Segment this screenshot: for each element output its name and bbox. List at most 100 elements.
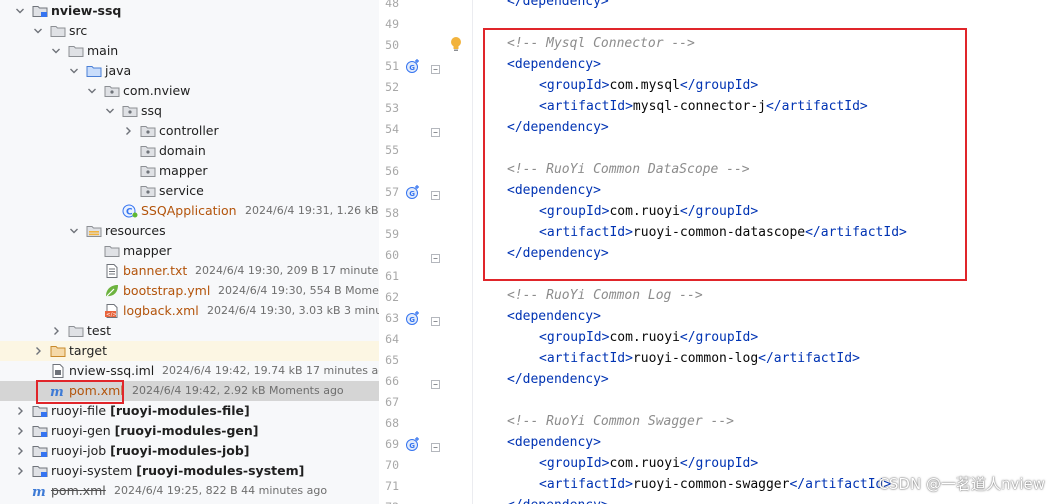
file-meta: 2024/6/4 19:31, 1.26 kB 9 m xyxy=(245,204,379,217)
code-line[interactable]: 72 </dependency> xyxy=(379,496,1059,504)
tree-item-name: src xyxy=(69,23,88,38)
line-number: 70 xyxy=(385,458,399,472)
spring-yml-icon xyxy=(104,284,120,298)
file-meta: 2024/6/4 19:30, 3.03 kB 3 minutes xyxy=(207,304,379,317)
tree-row[interactable]: ruoyi-job [ruoyi-modules-job] xyxy=(0,441,379,461)
code-line[interactable]: 66 </dependency> xyxy=(379,370,1059,391)
chevron-down-icon[interactable] xyxy=(68,224,80,238)
project-tree-panel[interactable]: nview-ssq src main java com.nview ssq controll… xyxy=(0,0,379,504)
tree-item-label: ruoyi-file [ruoyi-modules-file] xyxy=(51,403,250,418)
tree-item-label: ruoyi-gen [ruoyi-modules-gen] xyxy=(51,423,259,438)
code-line[interactable]: 67 xyxy=(379,391,1059,412)
code-line[interactable]: 70 <groupId>com.ruoyi</groupId> xyxy=(379,454,1059,475)
tree-row[interactable]: banner.txt 2024/6/4 19:30, 209 B 17 minut… xyxy=(0,261,379,281)
code-line[interactable]: 48 </dependency> xyxy=(379,0,1059,13)
chevron-down-icon[interactable] xyxy=(68,64,80,78)
code-line[interactable]: 63 G <dependency> xyxy=(379,307,1059,328)
fold-marker-icon[interactable] xyxy=(431,62,440,74)
tree-row[interactable]: </> logback.xml 2024/6/4 19:30, 3.03 kB 3 … xyxy=(0,301,379,321)
chevron-right-icon[interactable] xyxy=(50,324,62,338)
code-line[interactable]: 68 <!-- RuoYi Common Swagger --> xyxy=(379,412,1059,433)
fold-marker-icon[interactable] xyxy=(431,125,440,137)
dependency-gutter-icon[interactable]: G xyxy=(405,436,421,452)
dependency-gutter-icon[interactable]: G xyxy=(405,184,421,200)
tree-row[interactable]: domain xyxy=(0,141,379,161)
tree-item-name: service xyxy=(159,183,204,198)
tree-row[interactable]: ssq xyxy=(0,101,379,121)
tree-row[interactable]: nview-ssq xyxy=(0,1,379,21)
fold-marker-icon[interactable] xyxy=(431,314,440,326)
line-number: 48 xyxy=(385,0,399,10)
line-number: 64 xyxy=(385,332,399,346)
tree-row[interactable]: src xyxy=(0,21,379,41)
tree-row[interactable]: com.nview xyxy=(0,81,379,101)
pom-xml-highlight-box xyxy=(36,380,124,404)
tree-row[interactable]: bootstrap.yml 2024/6/4 19:30, 554 B Momen… xyxy=(0,281,379,301)
line-number: 72 xyxy=(379,500,399,504)
xml-tag: <dependency> xyxy=(507,435,601,450)
chevron-right-icon[interactable] xyxy=(14,464,26,478)
lightbulb-icon[interactable] xyxy=(449,36,463,52)
tree-item-name: com.nview xyxy=(123,83,191,98)
tree-row[interactable]: controller xyxy=(0,121,379,141)
line-number: 65 xyxy=(385,353,399,367)
tree-row[interactable]: nview-ssq.iml 2024/6/4 19:42, 19.74 kB 17… xyxy=(0,361,379,381)
code-line[interactable]: 64 <groupId>com.ruoyi</groupId> xyxy=(379,328,1059,349)
code-line[interactable]: 62 <!-- RuoYi Common Log --> xyxy=(379,286,1059,307)
tree-item-label: mapper xyxy=(123,243,172,258)
chevron-right-icon[interactable] xyxy=(14,424,26,438)
tree-row[interactable]: main xyxy=(0,41,379,61)
chevron-right-icon[interactable] xyxy=(14,404,26,418)
xml-tag: <artifactId> xyxy=(539,477,633,492)
chevron-right-icon[interactable] xyxy=(122,124,134,138)
dependency-gutter-icon[interactable]: G xyxy=(405,310,421,326)
spring-class-icon: C xyxy=(122,204,138,218)
tree-row[interactable]: target xyxy=(0,341,379,361)
tree-row[interactable]: ruoyi-gen [ruoyi-modules-gen] xyxy=(0,421,379,441)
folder-icon xyxy=(68,44,84,58)
chevron-down-icon[interactable] xyxy=(50,44,62,58)
tree-item-label: main xyxy=(87,43,118,58)
svg-text:C: C xyxy=(126,208,133,218)
code-editor[interactable]: 48 </dependency> 49 50 <!-- Mysql Connector … xyxy=(379,0,1059,504)
tree-item-label: bootstrap.yml xyxy=(123,283,210,298)
chevron-right-icon[interactable] xyxy=(32,344,44,358)
tree-item-label: nview-ssq xyxy=(51,3,121,18)
code-text: </dependency> xyxy=(507,372,609,387)
package-icon xyxy=(104,84,120,98)
tree-row[interactable]: resources xyxy=(0,221,379,241)
xml-value: com.ruoyi xyxy=(609,330,680,345)
project-tree: nview-ssq src main java com.nview ssq controll… xyxy=(0,1,379,501)
tree-row[interactable]: java xyxy=(0,61,379,81)
fold-marker-icon[interactable] xyxy=(431,440,440,452)
line-number: 49 xyxy=(385,17,399,31)
tree-row[interactable]: ruoyi-file [ruoyi-modules-file] xyxy=(0,401,379,421)
fold-marker-icon[interactable] xyxy=(431,377,440,389)
line-number: 50 xyxy=(385,38,399,52)
tree-row[interactable]: C SSQApplication 2024/6/4 19:31, 1.26 kB 9… xyxy=(0,201,379,221)
line-number: 62 xyxy=(385,290,399,304)
tree-item-name: nview-ssq xyxy=(51,3,122,18)
code-line[interactable]: 65 <artifactId>ruoyi-common-log</artifact… xyxy=(379,349,1059,370)
code-line[interactable]: 69 G <dependency> xyxy=(379,433,1059,454)
dependency-gutter-icon[interactable]: G xyxy=(405,58,421,74)
fold-marker-icon[interactable] xyxy=(431,188,440,200)
tree-row[interactable]: mapper xyxy=(0,241,379,261)
chevron-down-icon[interactable] xyxy=(86,84,98,98)
tree-row[interactable]: ruoyi-system [ruoyi-modules-system] xyxy=(0,461,379,481)
line-number: 68 xyxy=(385,416,399,430)
tree-row[interactable]: test xyxy=(0,321,379,341)
chevron-down-icon[interactable] xyxy=(104,104,116,118)
code-text: <dependency> xyxy=(507,309,601,324)
chevron-right-icon[interactable] xyxy=(14,444,26,458)
tree-row[interactable]: m pom.xml 2024/6/4 19:25, 822 B 44 minutes… xyxy=(0,481,379,501)
tree-item-label: pom.xml xyxy=(51,483,106,498)
line-number: 56 xyxy=(385,164,399,178)
folder-module-icon xyxy=(32,424,48,438)
code-text: <groupId>com.ruoyi</groupId> xyxy=(539,330,758,345)
chevron-down-icon[interactable] xyxy=(32,24,44,38)
fold-marker-icon[interactable] xyxy=(431,251,440,263)
chevron-down-icon[interactable] xyxy=(14,4,26,18)
tree-row[interactable]: service xyxy=(0,181,379,201)
tree-row[interactable]: mapper xyxy=(0,161,379,181)
